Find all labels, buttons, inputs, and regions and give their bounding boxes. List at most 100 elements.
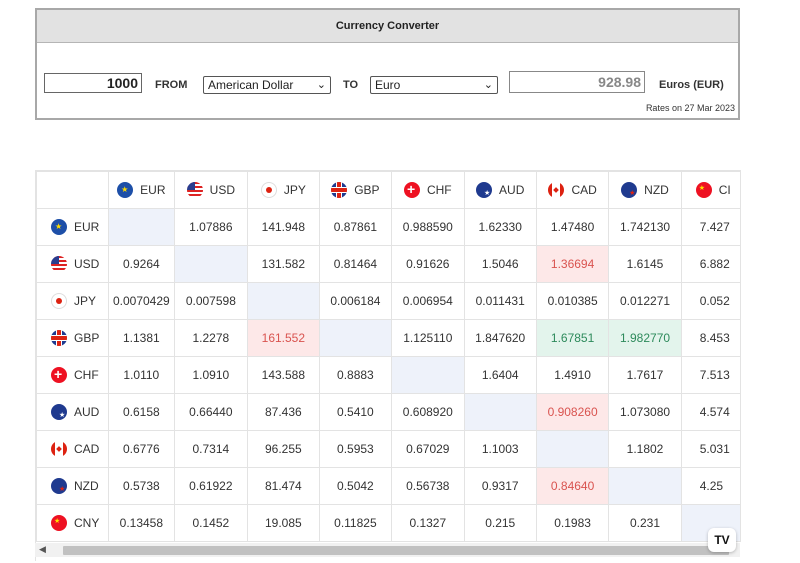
rate-cell[interactable]: 1.62330 xyxy=(463,208,537,246)
horizontal-scrollbar[interactable]: ◀ xyxy=(35,543,740,557)
rate-cell[interactable] xyxy=(318,319,393,357)
rate-cell[interactable]: 87.436 xyxy=(247,393,320,431)
rate-cell[interactable]: 0.006954 xyxy=(391,282,465,320)
rate-cell[interactable]: 0.231 xyxy=(608,504,682,542)
rate-cell[interactable]: 143.588 xyxy=(247,356,320,394)
rate-cell[interactable] xyxy=(391,356,465,394)
rate-cell[interactable]: 0.011431 xyxy=(463,282,537,320)
rate-cell[interactable]: 0.5953 xyxy=(318,430,393,468)
row-header-gbp[interactable]: GBP xyxy=(36,319,109,357)
rate-cell[interactable]: 19.085 xyxy=(247,504,320,542)
col-header-jpy[interactable]: JPY xyxy=(247,171,320,209)
rate-cell[interactable]: 1.742130 xyxy=(608,208,682,246)
row-header-usd[interactable]: USD xyxy=(36,245,109,283)
scrollbar-thumb[interactable] xyxy=(63,546,729,555)
col-header-cad[interactable]: CAD xyxy=(535,171,610,209)
chevron-left-icon[interactable]: ◀ xyxy=(39,544,46,555)
rate-cell[interactable]: 0.7314 xyxy=(173,430,249,468)
to-currency-select[interactable]: Euro ⌄ xyxy=(370,76,498,94)
rate-cell[interactable]: 0.5738 xyxy=(107,467,175,505)
rate-cell[interactable] xyxy=(463,393,537,431)
rate-cell[interactable]: 1.1003 xyxy=(463,430,537,468)
rate-cell[interactable]: 1.0110 xyxy=(107,356,175,394)
rate-cell[interactable]: 1.67851 xyxy=(535,319,610,357)
rate-cell[interactable]: 1.0910 xyxy=(173,356,249,394)
row-header-cny[interactable]: CNY xyxy=(36,504,109,542)
rate-cell[interactable]: 0.1327 xyxy=(391,504,465,542)
rate-cell[interactable]: 8.453 xyxy=(680,319,741,357)
col-header-cny[interactable]: CI xyxy=(680,171,741,209)
rate-cell[interactable]: 0.052 xyxy=(680,282,741,320)
rate-cell[interactable]: 1.5046 xyxy=(463,245,537,283)
row-header-jpy[interactable]: JPY xyxy=(36,282,109,320)
rate-cell[interactable]: 0.006184 xyxy=(318,282,393,320)
rate-cell[interactable]: 0.91626 xyxy=(391,245,465,283)
rate-cell[interactable]: 1.4910 xyxy=(535,356,610,394)
rate-cell[interactable]: 0.010385 xyxy=(535,282,610,320)
rate-cell[interactable]: 0.1983 xyxy=(535,504,610,542)
rate-cell[interactable]: 0.56738 xyxy=(391,467,465,505)
rate-cell[interactable]: 0.012271 xyxy=(608,282,682,320)
rate-cell[interactable]: 0.9317 xyxy=(463,467,537,505)
from-currency-select[interactable]: American Dollar ⌄ xyxy=(203,76,331,94)
row-header-chf[interactable]: CHF xyxy=(36,356,109,394)
rate-cell[interactable]: 0.0070429 xyxy=(107,282,175,320)
rate-cell[interactable]: 1.847620 xyxy=(463,319,537,357)
rate-cell[interactable]: 1.125110 xyxy=(391,319,465,357)
col-header-aud[interactable]: AUD xyxy=(463,171,537,209)
row-header-aud[interactable]: AUD xyxy=(36,393,109,431)
rate-cell[interactable]: 1.073080 xyxy=(608,393,682,431)
col-header-chf[interactable]: CHF xyxy=(391,171,465,209)
tradingview-logo[interactable]: TV xyxy=(708,528,736,552)
rate-cell[interactable]: 1.1381 xyxy=(107,319,175,357)
rate-cell[interactable]: 131.582 xyxy=(247,245,320,283)
rate-cell[interactable]: 1.1802 xyxy=(608,430,682,468)
rate-cell[interactable]: 0.007598 xyxy=(173,282,249,320)
rate-cell[interactable]: 0.8883 xyxy=(318,356,393,394)
rate-cell[interactable]: 0.81464 xyxy=(318,245,393,283)
rate-cell[interactable]: 161.552 xyxy=(247,319,320,357)
rate-cell[interactable]: 1.36694 xyxy=(535,245,610,283)
row-header-nzd[interactable]: NZD xyxy=(36,467,109,505)
rate-cell[interactable] xyxy=(107,208,175,246)
rate-cell[interactable]: 0.87861 xyxy=(318,208,393,246)
col-header-usd[interactable]: USD xyxy=(173,171,249,209)
rate-cell[interactable]: 0.908260 xyxy=(535,393,610,431)
rate-cell[interactable]: 5.031 xyxy=(680,430,741,468)
rate-cell[interactable]: 0.5410 xyxy=(318,393,393,431)
rate-cell[interactable]: 0.61922 xyxy=(173,467,249,505)
rate-cell[interactable] xyxy=(608,467,682,505)
rate-cell[interactable]: 0.6158 xyxy=(107,393,175,431)
rate-cell[interactable]: 0.988590 xyxy=(391,208,465,246)
rate-cell[interactable]: 1.982770 xyxy=(608,319,682,357)
rate-cell[interactable]: 0.9264 xyxy=(107,245,175,283)
col-header-gbp[interactable]: GBP xyxy=(318,171,393,209)
col-header-eur[interactable]: EUR xyxy=(107,171,175,209)
rate-cell[interactable]: 1.2278 xyxy=(173,319,249,357)
rate-cell[interactable]: 7.513 xyxy=(680,356,741,394)
rate-cell[interactable]: 0.13458 xyxy=(107,504,175,542)
rate-cell[interactable]: 0.5042 xyxy=(318,467,393,505)
rate-cell[interactable]: 4.25 xyxy=(680,467,741,505)
col-header-nzd[interactable]: NZD xyxy=(608,171,682,209)
rate-cell[interactable]: 141.948 xyxy=(247,208,320,246)
rate-cell[interactable] xyxy=(535,430,610,468)
rate-cell[interactable]: 1.7617 xyxy=(608,356,682,394)
rate-cell[interactable]: 0.1452 xyxy=(173,504,249,542)
rate-cell[interactable]: 1.6404 xyxy=(463,356,537,394)
rate-cell[interactable]: 0.6776 xyxy=(107,430,175,468)
rate-cell[interactable]: 0.66440 xyxy=(173,393,249,431)
rate-cell[interactable]: 6.882 xyxy=(680,245,741,283)
rate-cell[interactable]: 0.215 xyxy=(463,504,537,542)
rate-cell[interactable] xyxy=(247,282,320,320)
rate-cell[interactable]: 1.47480 xyxy=(535,208,610,246)
rate-cell[interactable] xyxy=(173,245,249,283)
rate-cell[interactable]: 1.6145 xyxy=(608,245,682,283)
rate-cell[interactable]: 0.11825 xyxy=(318,504,393,542)
rate-cell[interactable]: 96.255 xyxy=(247,430,320,468)
rate-cell[interactable]: 0.84640 xyxy=(535,467,610,505)
row-header-eur[interactable]: EUR xyxy=(36,208,109,246)
amount-input[interactable]: 1000 xyxy=(44,73,142,93)
rate-cell[interactable]: 1.07886 xyxy=(173,208,249,246)
rate-cell[interactable]: 7.427 xyxy=(680,208,741,246)
